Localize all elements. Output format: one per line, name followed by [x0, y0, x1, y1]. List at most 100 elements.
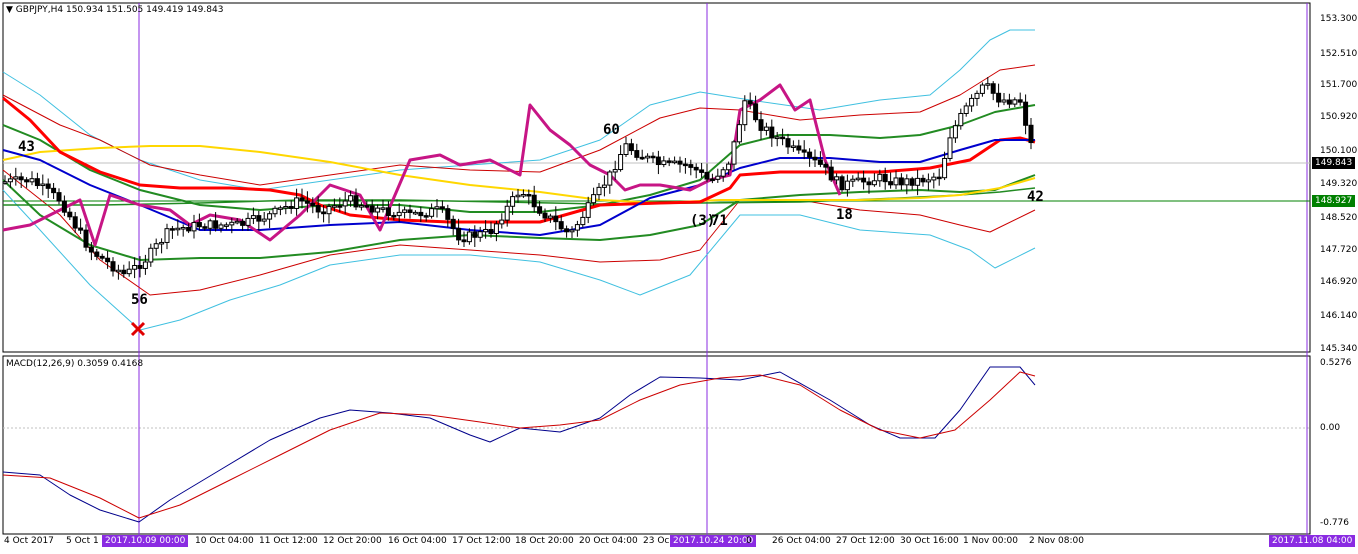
candle-body — [229, 221, 235, 226]
candle-body — [78, 227, 84, 231]
candle-body — [591, 194, 597, 204]
time-axis-label: 1 Nov 00:00 — [963, 536, 1018, 546]
candle-body — [909, 178, 915, 186]
candle-body — [726, 163, 732, 171]
candle-body — [250, 215, 256, 219]
candle-body — [294, 197, 300, 209]
candle-body — [1006, 99, 1012, 105]
current-price-tag: 149.843 — [1312, 157, 1356, 169]
symbol-header-text: GBPJPY,H4 150.934 151.505 149.419 149.84… — [15, 5, 224, 15]
candle-body — [121, 269, 127, 275]
candle-body — [904, 178, 910, 186]
wave-label-43: 43 — [18, 139, 35, 155]
candle-body — [315, 205, 321, 213]
candle-body — [288, 205, 294, 209]
candle-body — [580, 216, 586, 226]
candle-body — [942, 157, 948, 179]
price-axis-label: 151.700 — [1320, 80, 1358, 90]
candle-body — [547, 215, 553, 219]
candle-body — [29, 178, 35, 183]
candle-body — [245, 217, 251, 226]
price-axis-label: 147.720 — [1320, 245, 1358, 255]
candle-body — [45, 183, 51, 189]
candle-body — [94, 251, 100, 257]
candle-body — [277, 207, 283, 210]
time-axis-label: 18 Oct 20:00 — [515, 536, 574, 546]
candle-body — [585, 202, 591, 218]
candle-body — [693, 166, 699, 171]
candle-body — [380, 207, 386, 210]
candle-body — [677, 160, 683, 165]
candle-body — [796, 145, 802, 151]
candle-body — [612, 169, 618, 173]
candle-body — [817, 159, 823, 165]
candle-body — [310, 202, 316, 207]
time-axis-label: 10 Oct 04:00 — [195, 536, 254, 546]
candle-body — [342, 200, 348, 207]
candle-body — [223, 224, 229, 227]
candle-body — [348, 195, 354, 202]
candle-body — [191, 222, 197, 232]
candle-body — [952, 125, 958, 139]
candle-body — [785, 138, 791, 148]
candle-body — [218, 224, 224, 229]
candle-body — [753, 103, 759, 121]
time-axis-label: 11 Oct 12:00 — [259, 536, 318, 546]
candle-body — [375, 207, 381, 213]
candle-body — [213, 220, 219, 229]
hline-price-tag: 148.927 — [1312, 195, 1356, 207]
candle-body — [164, 228, 170, 243]
candle-body — [618, 154, 624, 171]
time-axis-label: 23 Oc — [643, 536, 670, 546]
candle-body — [466, 231, 472, 243]
candle-body — [526, 194, 532, 197]
candle-body — [34, 178, 40, 187]
candle-body — [569, 229, 575, 233]
candle-body — [974, 92, 980, 99]
candle-body — [126, 268, 132, 275]
candle-body — [358, 205, 364, 208]
collapse-triangle-icon[interactable]: ▼ — [6, 5, 13, 15]
wave-label-60: 60 — [603, 122, 620, 138]
candle-body — [396, 211, 402, 217]
time-axis-label: 20 Oct 04:00 — [579, 536, 638, 546]
candle-body — [1001, 99, 1007, 103]
candle-body — [769, 126, 775, 139]
candle-body — [655, 156, 661, 166]
candle-body — [969, 97, 975, 107]
time-axis-label: 5 Oct 1 — [66, 536, 99, 546]
price-axis-label: 148.520 — [1320, 213, 1358, 223]
candle-body — [402, 209, 408, 213]
candle-body — [607, 171, 613, 186]
vline-label-1: 2017.10.09 00:00 — [102, 535, 189, 547]
candle-body — [391, 214, 397, 218]
candle-body — [56, 192, 62, 202]
candle-body — [51, 187, 57, 194]
candle-body — [542, 212, 548, 219]
candle-body — [267, 213, 273, 220]
price-axis-label: 145.340 — [1320, 344, 1358, 354]
candle-body — [877, 173, 883, 182]
candle-body — [947, 137, 953, 159]
candle-body — [299, 197, 305, 202]
chart-window[interactable]: ▼ GBPJPY,H4 150.934 151.505 149.419 149.… — [0, 0, 1358, 551]
candle-body — [407, 209, 413, 214]
candle-body — [369, 205, 375, 213]
candle-body — [828, 166, 834, 181]
wave-label-56: 56 — [131, 292, 148, 308]
candle-body — [925, 179, 931, 183]
candle-body — [682, 163, 688, 167]
candle-body — [456, 227, 462, 241]
candle-body — [434, 206, 440, 210]
price-axis-label: 149.320 — [1320, 179, 1358, 189]
candle-body — [574, 224, 580, 231]
candle-body — [515, 194, 521, 198]
candle-body — [493, 223, 499, 235]
candle-body — [623, 143, 629, 156]
candle-body — [645, 155, 651, 159]
candle-body — [634, 150, 640, 158]
candle-body — [871, 180, 877, 186]
candle-body — [888, 181, 894, 186]
candle-body — [666, 160, 672, 163]
price-chart[interactable] — [0, 0, 1358, 551]
